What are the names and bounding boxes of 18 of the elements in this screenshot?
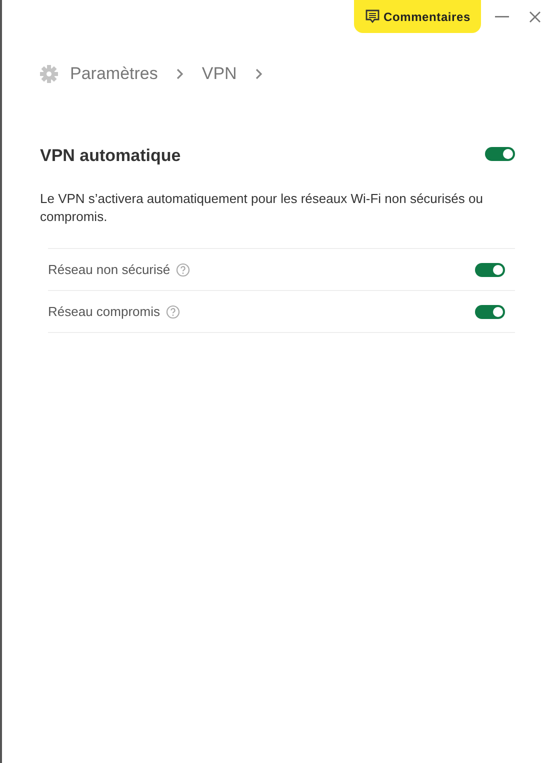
help-icon[interactable] — [166, 304, 180, 318]
breadcrumb-item[interactable]: Paramètres — [70, 64, 158, 84]
chevron-right-icon — [254, 68, 263, 80]
option-label: Réseau compromis — [48, 304, 160, 319]
breadcrumb-item[interactable]: VPN — [202, 64, 237, 84]
chevron-right-icon — [176, 68, 184, 80]
option-label: Réseau non sécurisé — [48, 262, 170, 277]
section-title: VPN automatique — [40, 146, 181, 166]
toggle-switch[interactable] — [475, 262, 505, 276]
comment-icon — [364, 9, 380, 24]
gear-icon — [40, 65, 58, 83]
minimize-icon[interactable] — [495, 16, 509, 18]
close-icon[interactable] — [529, 10, 541, 22]
description-text: Le VPN s’activera automatiquement pour les réseaux Wi-Fi non sécurisés ou compromis. — [40, 190, 484, 226]
toggle-switch[interactable] — [475, 304, 505, 318]
help-icon[interactable] — [176, 262, 190, 276]
feedback-button[interactable]: Commentaires — [354, 0, 481, 33]
toggle-switch[interactable] — [485, 146, 515, 160]
